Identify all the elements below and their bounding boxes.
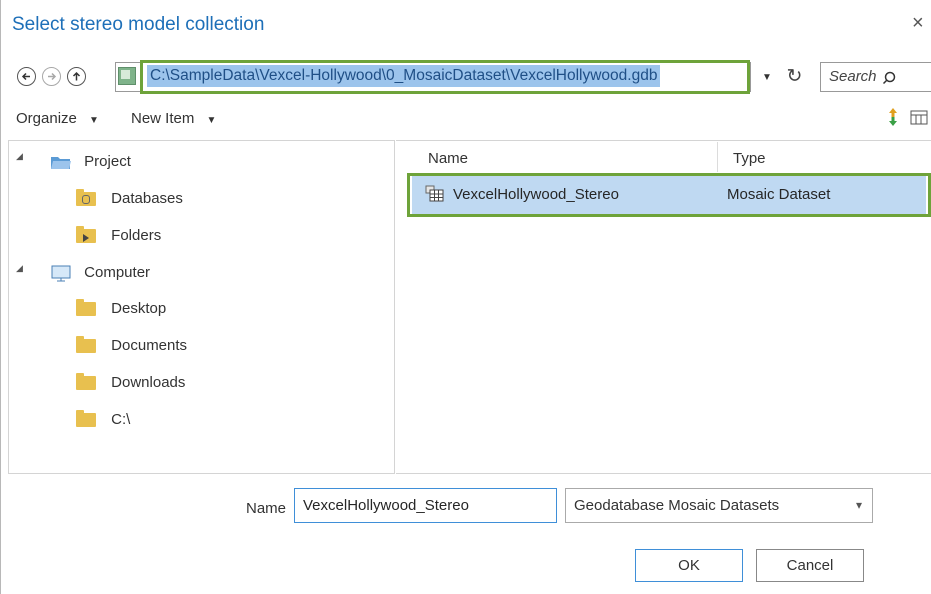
organize-caret-icon: ▼ [89, 115, 99, 126]
folder-icon [76, 336, 96, 354]
row-highlight [407, 173, 931, 217]
back-arrow-icon[interactable] [17, 67, 36, 86]
file-type-value: Geodatabase Mosaic Datasets [574, 497, 780, 514]
address-dropdown-icon[interactable]: ▼ [762, 72, 772, 83]
tree-label-folders: Folders [111, 227, 162, 244]
search-icon [882, 71, 896, 85]
dialog-title: Select stereo model collection [12, 14, 265, 35]
folders-icon [76, 226, 96, 244]
select-stereo-model-dialog: Select stereo model collection × C:\Samp… [0, 0, 931, 594]
search-input[interactable]: Search [820, 62, 931, 92]
tree-label-project: Project [84, 153, 131, 170]
name-label: Name [246, 500, 287, 517]
view-options-icon[interactable] [910, 110, 928, 125]
tree-item-c-drive[interactable]: C:\ [76, 408, 130, 432]
cancel-button[interactable]: Cancel [756, 549, 864, 582]
dialog-left-border [0, 0, 1, 594]
organize-label: Organize [16, 110, 77, 127]
tree-label-c-drive: C:\ [111, 411, 131, 428]
geodatabase-icon [118, 67, 136, 85]
organize-menu[interactable]: Organize ▼ [16, 110, 99, 127]
ok-button[interactable]: OK [635, 549, 743, 582]
navigation-tree-pane [8, 140, 395, 474]
tree-label-databases: Databases [111, 190, 183, 207]
tree-label-downloads: Downloads [111, 374, 186, 391]
name-field[interactable]: VexcelHollywood_Stereo [294, 488, 557, 523]
tree-item-project[interactable]: Project [50, 150, 131, 174]
search-placeholder: Search [829, 68, 877, 85]
project-icon [51, 157, 71, 170]
forward-arrow-icon[interactable] [42, 67, 61, 86]
tree-item-computer[interactable]: Computer [50, 261, 150, 285]
expand-computer-icon[interactable]: ◢ [16, 263, 23, 274]
folder-icon [76, 410, 96, 428]
expand-project-icon[interactable]: ◢ [16, 151, 23, 162]
tree-item-databases[interactable]: Databases [76, 187, 183, 211]
tree-label-desktop: Desktop [111, 300, 167, 317]
tree-item-folders[interactable]: Folders [76, 224, 161, 248]
close-icon[interactable]: × [912, 12, 924, 35]
up-arrow-icon[interactable] [67, 67, 86, 86]
tree-item-downloads[interactable]: Downloads [76, 371, 185, 395]
column-separator[interactable] [717, 142, 718, 172]
tree-label-computer: Computer [84, 264, 151, 281]
refresh-icon[interactable]: ↻ [781, 63, 808, 91]
file-type-select[interactable]: Geodatabase Mosaic Datasets ▾ [565, 488, 873, 523]
column-header-name[interactable]: Name [428, 150, 468, 167]
databases-folder-icon [76, 189, 96, 207]
new-item-label: New Item [131, 110, 195, 127]
new-item-menu[interactable]: New Item ▼ [131, 110, 216, 127]
sort-icon[interactable] [887, 107, 899, 127]
folder-icon [76, 373, 96, 391]
column-header-type[interactable]: Type [733, 150, 766, 167]
new-item-caret-icon: ▼ [206, 115, 217, 126]
tree-label-documents: Documents [111, 337, 188, 354]
address-highlight [140, 60, 750, 94]
tree-item-desktop[interactable]: Desktop [76, 297, 166, 321]
computer-icon [51, 265, 71, 282]
chevron-down-icon: ▾ [855, 498, 862, 512]
tree-item-documents[interactable]: Documents [76, 334, 187, 358]
folder-icon [76, 299, 96, 317]
